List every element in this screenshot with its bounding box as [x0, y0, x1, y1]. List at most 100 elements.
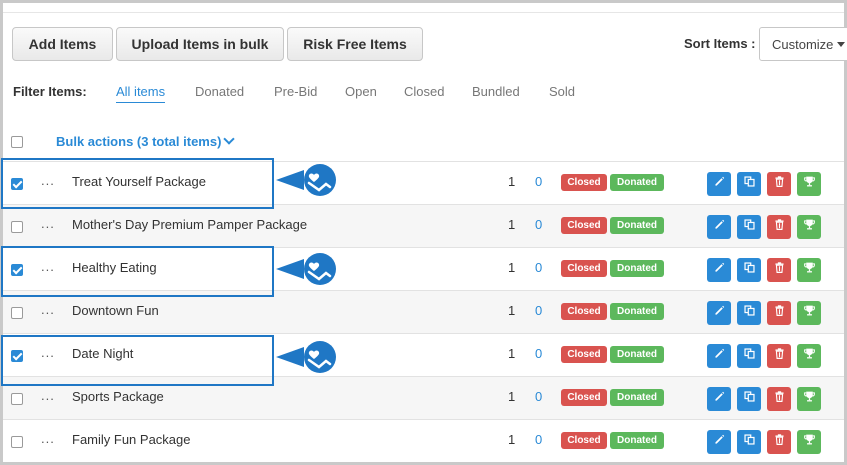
row-checkbox[interactable]	[11, 221, 23, 233]
edit-button[interactable]	[707, 258, 731, 282]
award-button[interactable]	[797, 344, 821, 368]
copy-icon	[743, 347, 756, 365]
select-all-checkbox[interactable]	[11, 136, 23, 148]
item-name[interactable]: Sports Package	[72, 389, 164, 404]
row-checkbox[interactable]	[11, 393, 23, 405]
item-name[interactable]: Mother's Day Premium Pamper Package	[72, 217, 307, 232]
trophy-icon	[803, 433, 816, 451]
copy-button[interactable]	[737, 215, 761, 239]
copy-button[interactable]	[737, 301, 761, 325]
status-badge-donated: Donated	[610, 389, 664, 406]
filter-sold[interactable]: Sold	[549, 84, 575, 99]
highlight-box	[1, 246, 274, 297]
edit-button[interactable]	[707, 301, 731, 325]
item-quantity: 1	[508, 432, 516, 447]
trash-icon	[773, 304, 786, 322]
row-checkbox[interactable]	[11, 436, 23, 448]
copy-icon	[743, 304, 756, 322]
delete-button[interactable]	[767, 258, 791, 282]
add-items-button[interactable]: Add Items	[12, 27, 113, 61]
row-drag-handle[interactable]: ...	[41, 216, 55, 231]
award-button[interactable]	[797, 430, 821, 454]
item-bids-link[interactable]: 0	[535, 174, 542, 189]
trophy-icon	[803, 390, 816, 408]
item-bids-link[interactable]: 0	[535, 260, 542, 275]
item-bids-link[interactable]: 0	[535, 346, 542, 361]
status-badge-closed: Closed	[561, 346, 607, 363]
copy-button[interactable]	[737, 430, 761, 454]
status-badge-donated: Donated	[610, 303, 664, 320]
filter-pre-bid[interactable]: Pre-Bid	[274, 84, 317, 99]
delete-button[interactable]	[767, 172, 791, 196]
copy-icon	[743, 218, 756, 236]
filter-closed[interactable]: Closed	[404, 84, 444, 99]
trash-icon	[773, 218, 786, 236]
status-badge-closed: Closed	[561, 217, 607, 234]
filter-all-items[interactable]: All items	[116, 84, 166, 103]
filter-items-label: Filter Items:	[13, 84, 87, 99]
award-button[interactable]	[797, 301, 821, 325]
award-button[interactable]	[797, 215, 821, 239]
filter-open[interactable]: Open	[345, 84, 377, 99]
delete-button[interactable]	[767, 301, 791, 325]
status-badge-closed: Closed	[561, 303, 607, 320]
copy-icon	[743, 433, 756, 451]
delete-button[interactable]	[767, 344, 791, 368]
copy-button[interactable]	[737, 172, 761, 196]
highlight-box	[1, 158, 274, 209]
status-badge-closed: Closed	[561, 174, 607, 191]
sort-items-value: Customize	[772, 37, 834, 52]
item-bids-link[interactable]: 0	[535, 303, 542, 318]
status-badge-donated: Donated	[610, 432, 664, 449]
pencil-icon	[713, 304, 726, 322]
pencil-icon	[713, 218, 726, 236]
copy-button[interactable]	[737, 344, 761, 368]
row-drag-handle[interactable]: ...	[41, 431, 55, 446]
edit-button[interactable]	[707, 430, 731, 454]
filter-donated[interactable]: Donated	[195, 84, 244, 99]
trophy-icon	[803, 347, 816, 365]
pencil-icon	[713, 347, 726, 365]
item-bids-link[interactable]: 0	[535, 432, 542, 447]
award-button[interactable]	[797, 258, 821, 282]
edit-button[interactable]	[707, 344, 731, 368]
trophy-icon	[803, 218, 816, 236]
item-bids-link[interactable]: 0	[535, 389, 542, 404]
copy-icon	[743, 175, 756, 193]
delete-button[interactable]	[767, 430, 791, 454]
sort-items-select[interactable]: Customize	[759, 27, 847, 61]
item-name[interactable]: Downtown Fun	[72, 303, 159, 318]
item-quantity: 1	[508, 389, 516, 404]
row-drag-handle[interactable]: ...	[41, 388, 55, 403]
item-name[interactable]: Family Fun Package	[72, 432, 191, 447]
delete-button[interactable]	[767, 215, 791, 239]
status-badge-donated: Donated	[610, 346, 664, 363]
item-quantity: 1	[508, 260, 516, 275]
item-quantity: 1	[508, 174, 516, 189]
edit-button[interactable]	[707, 215, 731, 239]
row-drag-handle[interactable]: ...	[41, 302, 55, 317]
trash-icon	[773, 261, 786, 279]
status-badge-closed: Closed	[561, 260, 607, 277]
item-quantity: 1	[508, 346, 516, 361]
status-badge-donated: Donated	[610, 217, 664, 234]
filter-bundled[interactable]: Bundled	[472, 84, 520, 99]
bulk-actions-dropdown[interactable]: Bulk actions (3 total items)	[56, 133, 236, 149]
edit-button[interactable]	[707, 172, 731, 196]
delete-button[interactable]	[767, 387, 791, 411]
upload-items-bulk-button[interactable]: Upload Items in bulk	[116, 27, 284, 61]
copy-button[interactable]	[737, 258, 761, 282]
hand-heart-icon	[276, 253, 336, 285]
risk-free-items-button[interactable]: Risk Free Items	[287, 27, 423, 61]
award-button[interactable]	[797, 387, 821, 411]
top-divider	[3, 12, 844, 13]
item-bids-link[interactable]: 0	[535, 217, 542, 232]
pencil-icon	[713, 261, 726, 279]
row-checkbox[interactable]	[11, 307, 23, 319]
trash-icon	[773, 175, 786, 193]
award-button[interactable]	[797, 172, 821, 196]
hand-heart-icon	[276, 164, 336, 196]
copy-button[interactable]	[737, 387, 761, 411]
copy-icon	[743, 261, 756, 279]
edit-button[interactable]	[707, 387, 731, 411]
